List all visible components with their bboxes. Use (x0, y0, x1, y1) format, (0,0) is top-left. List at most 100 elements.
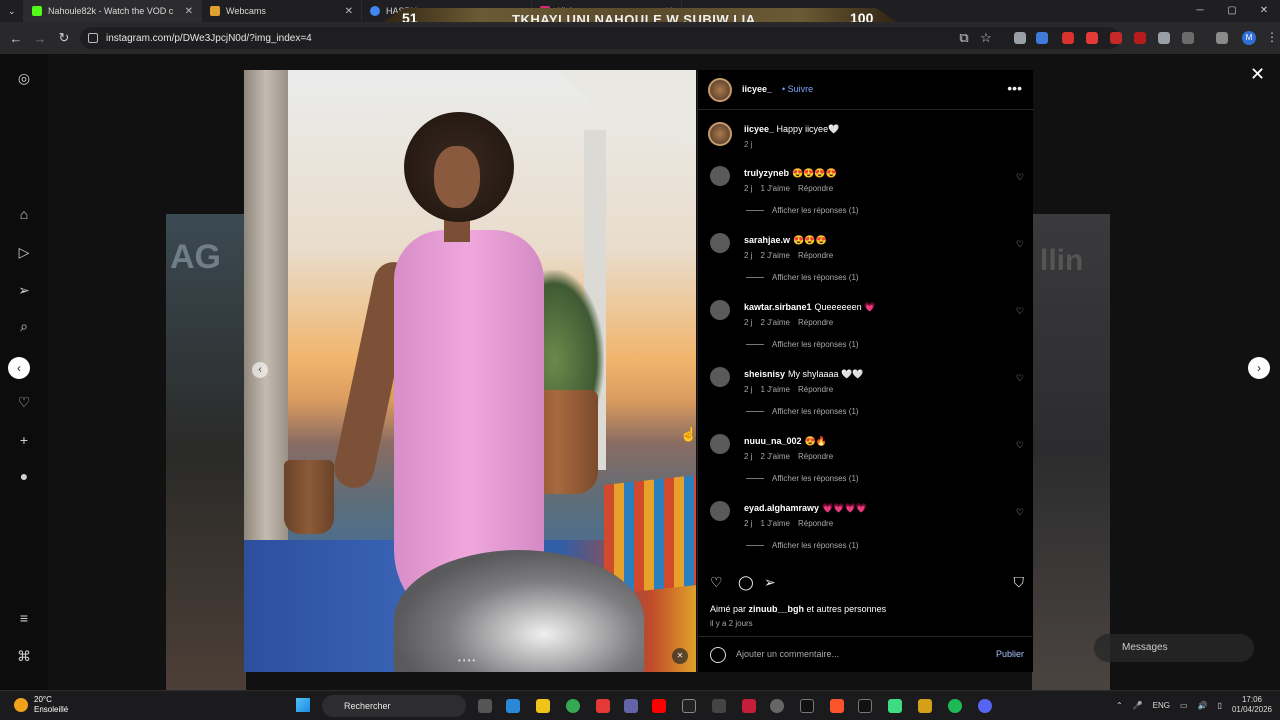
comment-likes[interactable]: 2 J'aime (760, 318, 790, 327)
carousel-prev-icon[interactable]: ‹ (252, 362, 268, 378)
comment-likes[interactable]: 1 J'aime (760, 385, 790, 394)
comment-likes[interactable]: 2 J'aime (760, 452, 790, 461)
discord-icon[interactable] (978, 699, 992, 713)
next-post-arrow-icon[interactable]: › (1248, 357, 1270, 379)
profile-avatar[interactable]: M (1242, 31, 1256, 45)
spotify-icon[interactable] (948, 699, 962, 713)
reply-button[interactable]: Répondre (798, 385, 833, 394)
brave-icon[interactable] (830, 699, 844, 713)
extension-icon[interactable] (1134, 32, 1146, 44)
comment-like-heart-icon[interactable]: ♡ (1016, 172, 1024, 183)
copilot-icon[interactable] (506, 699, 520, 713)
reply-button[interactable]: Répondre (798, 318, 833, 327)
reply-button[interactable]: Répondre (798, 452, 833, 461)
bookmark-star-icon[interactable]: ☆ (974, 30, 998, 46)
view-replies-button[interactable]: Afficher les réponses (1) (746, 541, 859, 550)
post-image[interactable]: ‹ •••• ✕ (244, 70, 696, 672)
comment-likes[interactable]: 2 J'aime (760, 251, 790, 260)
emoji-icon[interactable] (710, 647, 726, 663)
comment-username[interactable]: nuuu_na_002 (744, 436, 802, 446)
view-replies-button[interactable]: Afficher les réponses (1) (746, 273, 859, 282)
clock[interactable]: 17:06 01/04/2026 (1232, 695, 1272, 715)
comment-like-heart-icon[interactable]: ♡ (1016, 239, 1024, 250)
taskbar-search[interactable]: Rechercher (322, 695, 466, 717)
likes-suffix[interactable]: et autres personnes (807, 604, 887, 614)
home-icon[interactable]: ⌂ (16, 206, 32, 222)
messages-icon[interactable]: ➢ (16, 282, 32, 298)
tradingview-icon[interactable] (858, 699, 872, 713)
extension-icon[interactable] (1036, 32, 1048, 44)
messages-button[interactable]: Messages (1094, 634, 1254, 662)
tab-search-button[interactable]: ⌄ (0, 0, 24, 22)
app-icon[interactable] (712, 699, 726, 713)
more-menu-icon[interactable]: ≡ (16, 610, 32, 626)
follow-button[interactable]: • Suivre (782, 84, 813, 94)
next-post-preview[interactable]: llin (1032, 214, 1110, 690)
mute-icon[interactable]: ✕ (672, 648, 688, 664)
forward-arrow-icon[interactable]: → (28, 31, 52, 46)
search-icon[interactable]: ⌕ (16, 318, 32, 334)
comment-likes[interactable]: 1 J'aime (760, 184, 790, 193)
site-info-icon[interactable] (88, 33, 98, 43)
caption-username[interactable]: iicyee_ (744, 124, 774, 134)
extension-icon[interactable] (1158, 32, 1170, 44)
network-icon[interactable]: ▭ (1180, 701, 1188, 710)
comment-username[interactable]: sarahjae.w (744, 235, 790, 245)
app-icon[interactable] (888, 699, 902, 713)
view-replies-button[interactable]: Afficher les réponses (1) (746, 407, 859, 416)
reels-icon[interactable]: ▷ (16, 244, 32, 260)
xm-app-icon[interactable] (800, 699, 814, 713)
app-icon[interactable] (918, 699, 932, 713)
back-arrow-icon[interactable]: ← (4, 31, 28, 46)
create-plus-icon[interactable]: + (16, 432, 32, 448)
avatar[interactable] (708, 122, 732, 146)
view-replies-button[interactable]: Afficher les réponses (1) (746, 474, 859, 483)
battery-icon[interactable]: ▯ (1218, 701, 1222, 710)
avatar[interactable] (710, 233, 730, 253)
like-heart-icon[interactable]: ♡ (710, 574, 723, 591)
view-replies-button[interactable]: Afficher les réponses (1) (746, 340, 859, 349)
reload-icon[interactable]: ↻ (52, 30, 76, 46)
tab-kick[interactable]: Nahoule82k - Watch the VOD c ✕ (24, 0, 202, 22)
task-view-icon[interactable] (478, 699, 492, 713)
notifications-heart-icon[interactable]: ♡ (16, 394, 32, 410)
menu-dots-icon[interactable]: ⋮ (1266, 30, 1278, 44)
comment-username[interactable]: kawtar.sirbane1 (744, 302, 812, 312)
youtube-icon[interactable] (652, 699, 666, 713)
extension-icon[interactable] (1086, 32, 1098, 44)
puzzle-icon[interactable] (1182, 32, 1194, 44)
comment-like-heart-icon[interactable]: ♡ (1016, 440, 1024, 451)
post-username[interactable]: iicyee_ (742, 84, 772, 94)
cast-icon[interactable]: ⧉ (952, 30, 976, 46)
maximize-icon[interactable]: ▢ (1216, 0, 1248, 22)
teams-icon[interactable] (624, 699, 638, 713)
comment-input[interactable]: Ajouter un commentaire... (736, 649, 839, 659)
comment-username[interactable]: trulyzyneb (744, 168, 789, 178)
close-icon[interactable]: ✕ (1250, 64, 1265, 85)
reply-button[interactable]: Répondre (798, 251, 833, 260)
close-window-icon[interactable]: ✕ (1248, 0, 1280, 22)
avatar[interactable] (710, 166, 730, 186)
comment-username[interactable]: eyad.alghamrawy (744, 503, 819, 513)
profile-icon[interactable]: ● (16, 468, 32, 484)
likes-user[interactable]: zinuub__bgh (749, 604, 805, 614)
close-icon[interactable]: ✕ (185, 6, 193, 17)
previous-post-arrow-icon[interactable]: ‹ (8, 357, 30, 379)
meta-apps-icon[interactable]: ⌘ (16, 648, 32, 664)
app-icon[interactable] (742, 699, 756, 713)
publish-button[interactable]: Publier (996, 649, 1024, 659)
comment-like-heart-icon[interactable]: ♡ (1016, 306, 1024, 317)
more-options-icon[interactable]: ••• (1007, 80, 1022, 96)
tab-webcams[interactable]: Webcams ✕ (202, 0, 362, 22)
comment-username[interactable]: sheisnisy (744, 369, 785, 379)
avatar[interactable] (710, 434, 730, 454)
share-icon[interactable]: ➢ (764, 574, 776, 591)
volume-icon[interactable]: 🔊 (1198, 701, 1208, 710)
comment-likes[interactable]: 1 J'aime (760, 519, 790, 528)
acrobat-icon[interactable] (596, 699, 610, 713)
comment-like-heart-icon[interactable]: ♡ (1016, 507, 1024, 518)
save-bookmark-icon[interactable]: ⛉ (1014, 574, 1025, 591)
instagram-logo-icon[interactable]: ◎ (16, 70, 32, 86)
avatar[interactable] (710, 300, 730, 320)
weather-widget[interactable]: 20°C Ensoleillé (14, 695, 68, 715)
